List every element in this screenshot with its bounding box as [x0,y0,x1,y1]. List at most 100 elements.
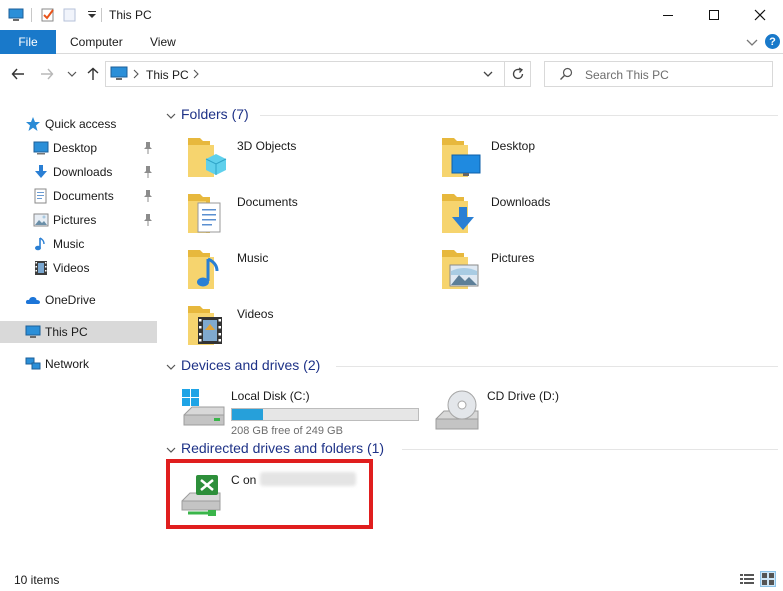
music-folder-icon [188,250,219,289]
tile-label: Downloads [491,195,551,209]
minimize-button[interactable] [645,0,691,30]
group-header-devices[interactable]: Devices and drives (2) [181,357,320,373]
group-header-folders[interactable]: Folders (7) [181,106,249,122]
search-input[interactable]: Search This PC [544,61,773,87]
desktop-icon [33,140,49,156]
title-separator [31,8,32,22]
forward-arrow-icon [41,68,54,80]
breadcrumb-separator-icon[interactable] [192,68,200,83]
details-view-icon[interactable] [739,571,755,587]
sidebar-item-label: Pictures [53,213,97,227]
sidebar-item-label: This PC [45,325,88,339]
minimize-icon [663,15,673,16]
sidebar-item-label: Desktop [53,141,98,155]
pin-icon[interactable] [142,141,154,155]
local-disk-icon [182,389,225,426]
folder-downloads[interactable]: Downloads [438,189,678,241]
folder-music[interactable]: Music [184,245,424,297]
tile-label: Videos [237,307,274,321]
window-title: This PC [109,8,152,22]
pictures-folder-icon [442,250,479,289]
downloads-folder-icon [442,194,474,233]
pin-icon[interactable] [142,189,154,203]
sidebar-item-pictures[interactable]: Pictures [0,209,157,231]
drive-name: Local Disk (C:) [231,389,310,403]
sidebar-item-label: Network [45,357,90,371]
pictures-icon [33,212,49,228]
breadcrumb-this-pc[interactable]: This PC [146,68,189,82]
address-bar[interactable]: This PC [105,61,505,87]
new-folder-icon[interactable] [62,7,78,23]
drive-cd-d[interactable]: CD Drive (D:) [434,383,674,435]
documents-folder-icon [188,194,221,233]
search-placeholder: Search This PC [585,68,669,82]
drive-usage-bar [231,408,419,421]
help-button[interactable]: ? [765,34,780,49]
back-button[interactable] [9,65,27,83]
sidebar-item-label: OneDrive [45,293,96,307]
pin-icon[interactable] [142,165,154,179]
up-arrow-icon [87,67,99,80]
group-header-redirected[interactable]: Redirected drives and folders (1) [181,440,384,456]
sidebar-item-onedrive[interactable]: OneDrive [0,289,157,311]
back-arrow-icon [11,68,24,80]
close-icon [754,9,766,21]
forward-button[interactable] [38,65,56,83]
folder-pictures[interactable]: Pictures [438,245,678,297]
tile-label: Documents [237,195,298,209]
chevron-down-icon [67,71,77,77]
documents-icon [33,188,49,204]
tab-view[interactable]: View [150,30,176,54]
sidebar-item-label: Downloads [53,165,113,179]
collapse-chevron-icon[interactable] [166,110,176,120]
maximize-icon [709,10,719,20]
sidebar-item-videos[interactable]: Videos [0,257,157,279]
ribbon-tab-bar: File Computer View ? [0,30,783,54]
tile-label: Music [237,251,269,265]
tile-label: Pictures [491,251,535,265]
recent-locations-button[interactable] [63,65,81,83]
refresh-icon [512,67,523,80]
sidebar-item-downloads[interactable]: Downloads [0,161,157,183]
properties-icon[interactable] [40,7,56,23]
tab-computer[interactable]: Computer [70,30,123,54]
drive-name: CD Drive (D:) [487,389,559,403]
pin-icon[interactable] [142,213,154,227]
sidebar-item-desktop[interactable]: Desktop [0,137,157,159]
title-separator [101,8,102,22]
sidebar-item-label: Videos [53,261,90,275]
up-button[interactable] [84,65,102,83]
drive-usage-bar-fill [232,409,263,420]
group-divider [402,449,778,450]
highlight-box [166,459,373,529]
navigation-pane: Quick access Desktop Downloads Documents [0,100,157,564]
refresh-button[interactable] [505,61,531,87]
this-pc-icon [110,66,128,85]
this-pc-icon [8,7,24,23]
folder-documents[interactable]: Documents [184,189,424,241]
tab-file[interactable]: File [0,30,56,54]
sidebar-item-quick-access[interactable]: Quick access [0,113,157,135]
tiles-view-icon[interactable] [760,571,776,587]
close-button[interactable] [737,0,783,30]
address-dropdown-chevron-icon[interactable] [482,69,494,83]
sidebar-item-documents[interactable]: Documents [0,185,157,207]
customize-toolbar-chevron-icon[interactable] [84,7,100,23]
sidebar-item-this-pc[interactable]: This PC [0,321,157,343]
folder-3d-objects[interactable]: 3D Objects [184,133,424,185]
breadcrumb-separator-icon[interactable] [132,68,140,83]
title-bar: This PC [0,0,783,30]
folder-desktop[interactable]: Desktop [438,133,678,185]
network-icon [25,356,41,372]
collapse-chevron-icon[interactable] [166,361,176,371]
folder-videos[interactable]: Videos [184,301,424,353]
drive-free-space: 208 GB free of 249 GB [231,425,343,437]
collapse-chevron-icon[interactable] [166,444,176,454]
sidebar-item-network[interactable]: Network [0,353,157,375]
drive-local-disk-c[interactable]: Local Disk (C:) 208 GB free of 249 GB [178,383,419,437]
expand-ribbon-chevron-icon[interactable] [745,35,759,49]
tile-label: 3D Objects [237,139,297,153]
maximize-button[interactable] [691,0,737,30]
sidebar-item-music[interactable]: Music [0,233,157,255]
sidebar-item-label: Quick access [45,117,117,131]
